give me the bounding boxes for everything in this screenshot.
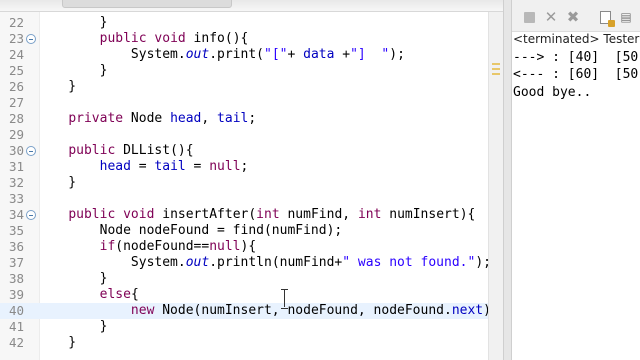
- code-line[interactable]: 25 }: [0, 63, 488, 79]
- code-text[interactable]: }: [37, 79, 76, 95]
- console-title: <terminated> Tester (: [513, 32, 640, 46]
- code-line[interactable]: 23 public void info(){: [0, 31, 488, 47]
- code-text[interactable]: }: [37, 335, 76, 351]
- overview-ruler-mark[interactable]: [492, 68, 500, 70]
- editor-tab-strip: [0, 0, 503, 12]
- line-number: 23: [8, 31, 24, 46]
- line-number: 29: [8, 127, 24, 142]
- code-line[interactable]: 32 }: [0, 175, 488, 191]
- scroll-lock-icon[interactable]: [597, 9, 615, 27]
- line-number: 37: [8, 255, 24, 270]
- code-line[interactable]: 27: [0, 95, 488, 111]
- line-number: 35: [8, 223, 24, 238]
- code-editor[interactable]: 22 } 23 public void info(){24 System.out.…: [0, 0, 503, 360]
- code-line[interactable]: 28 private Node head, tail;: [0, 111, 488, 127]
- console-toolbar: ✕ ✖ ▤: [512, 0, 640, 32]
- line-number: 22: [8, 15, 24, 30]
- fold-toggle-icon[interactable]: [26, 210, 36, 220]
- line-number: 25: [8, 63, 24, 78]
- line-number: 24: [8, 47, 24, 62]
- editor-vertical-scrollbar[interactable]: [488, 12, 503, 360]
- console-output-line: <--- : [60] [50]: [513, 67, 640, 82]
- code-text[interactable]: new Node(numInsert, nodeFound, nodeFound…: [37, 303, 499, 319]
- remove-all-terminated-icon[interactable]: ✖: [565, 9, 581, 25]
- editor-tab[interactable]: [62, 0, 232, 8]
- code-text[interactable]: }: [37, 15, 108, 31]
- remove-launch-icon[interactable]: ✕: [543, 9, 559, 25]
- line-number: 28: [8, 111, 24, 126]
- code-text[interactable]: public void info(){: [37, 31, 249, 47]
- code-line[interactable]: 40 new Node(numInsert, nodeFound, nodeFo…: [0, 303, 499, 319]
- overview-ruler-mark[interactable]: [492, 73, 500, 75]
- code-text[interactable]: }: [37, 63, 108, 79]
- view-splitter[interactable]: [503, 0, 512, 360]
- terminate-icon[interactable]: [521, 9, 537, 25]
- console-output-line: ---> : [40] [50]: [513, 50, 640, 65]
- line-number: 36: [8, 239, 24, 254]
- code-line[interactable]: 39 else{: [0, 287, 488, 303]
- code-line[interactable]: 42 }: [0, 335, 488, 351]
- overview-ruler-mark[interactable]: [492, 63, 500, 65]
- code-line[interactable]: 29: [0, 127, 488, 143]
- console-output-line: Good bye..: [513, 85, 592, 100]
- code-line[interactable]: 37 System.out.println(numFind+" was not …: [0, 255, 491, 271]
- text-cursor-icon: [281, 289, 289, 309]
- code-text[interactable]: }: [37, 175, 76, 191]
- code-text[interactable]: public void insertAfter(int numFind, int…: [37, 207, 475, 223]
- code-line[interactable]: 41 }: [0, 319, 488, 335]
- line-number: 30: [8, 143, 24, 158]
- line-number: 38: [8, 271, 24, 286]
- code-line[interactable]: 26 }: [0, 79, 488, 95]
- code-line[interactable]: 38 }: [0, 271, 488, 287]
- fold-toggle-icon[interactable]: [26, 146, 36, 156]
- code-line[interactable]: 31 head = tail = null;: [0, 159, 488, 175]
- code-line[interactable]: 30 public DLList(){: [0, 143, 488, 159]
- code-text[interactable]: else{: [37, 287, 139, 303]
- console-view: ✕ ✖ ▤ <terminated> Tester ( ---> : [40] …: [512, 0, 640, 360]
- line-number: 31: [8, 159, 24, 174]
- code-text[interactable]: private Node head, tail;: [37, 111, 256, 127]
- show-console-icon[interactable]: ▤: [618, 9, 634, 25]
- code-line[interactable]: 34 public void insertAfter(int numFind, …: [0, 207, 488, 223]
- code-line[interactable]: 33: [0, 191, 488, 207]
- line-number: 27: [8, 95, 24, 110]
- code-text[interactable]: head = tail = null;: [37, 159, 249, 175]
- code-text[interactable]: System.out.println(numFind+" was not fou…: [37, 255, 491, 271]
- code-line[interactable]: 35 Node nodeFound = find(numFind);: [0, 223, 488, 239]
- line-number: 34: [8, 207, 24, 222]
- line-number: 32: [8, 175, 24, 190]
- code-text[interactable]: }: [37, 271, 108, 287]
- line-number: 40: [8, 303, 24, 318]
- code-text[interactable]: if(nodeFound==null){: [37, 239, 257, 255]
- code-text[interactable]: }: [37, 319, 108, 335]
- line-number: 39: [8, 287, 24, 302]
- code-line[interactable]: 24 System.out.print("["+ data +"] ");: [0, 47, 488, 63]
- code-line[interactable]: 22 }: [0, 15, 488, 31]
- code-text[interactable]: System.out.print("["+ data +"] ");: [37, 47, 405, 63]
- code-text[interactable]: public DLList(){: [37, 143, 193, 159]
- line-number: 41: [8, 319, 24, 334]
- line-number: 42: [8, 335, 24, 350]
- line-number: 26: [8, 79, 24, 94]
- fold-toggle-icon[interactable]: [26, 34, 36, 44]
- code-line[interactable]: 36 if(nodeFound==null){: [0, 239, 488, 255]
- code-text[interactable]: Node nodeFound = find(numFind);: [37, 223, 343, 239]
- code-area[interactable]: 22 } 23 public void info(){24 System.out.…: [0, 12, 499, 360]
- line-number: 33: [8, 191, 24, 206]
